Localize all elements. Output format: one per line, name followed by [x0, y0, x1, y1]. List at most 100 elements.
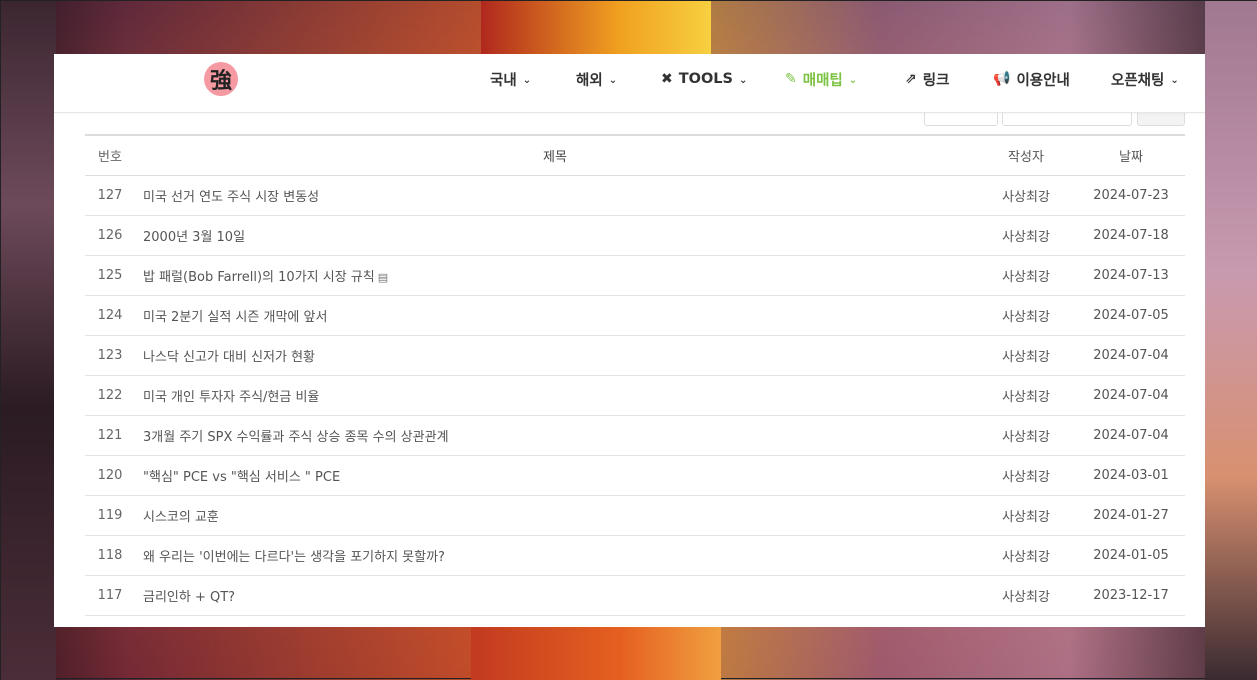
row-author: 사상최강 [975, 215, 1077, 256]
post-title-link[interactable]: 나스닥 신고가 대비 신저가 현황 [135, 335, 975, 376]
row-author: 사상최강 [975, 175, 1077, 216]
row-number-text: 122 [97, 388, 123, 403]
post-title-link[interactable]: 2000년 3월 10일 [135, 215, 975, 256]
row-date: 2023-12-17 [1077, 575, 1185, 616]
row-date: 2024-03-01 [1077, 455, 1185, 496]
row-date: 2024-07-04 [1077, 375, 1185, 416]
row-author-text: 사상최강 [1002, 430, 1050, 445]
table-row: 116버냉키 이후의 세계사상최강2023-12-12 [85, 615, 1185, 627]
row-author: 사상최강 [975, 575, 1077, 616]
row-author-text: 사상최강 [1002, 390, 1050, 405]
post-list-table: 번호 제목 작성자 날짜 127 미국 선거 연도 주식 시장 변동성 사상최강 20… [85, 134, 1185, 627]
table-row: 125 밥 패럴(Bob Farrell)의 10가지 시장 규칙 ▤ 사상최강 202… [85, 255, 1185, 296]
row-number-text: 119 [97, 508, 123, 523]
post-title-link-text: "핵심" PCE vs "핵심 서비스 " PCE [143, 470, 341, 485]
post-title-link[interactable]: 미국 2분기 실적 시즌 개막에 앞서 [135, 295, 975, 336]
row-date: 2024-01-27 [1077, 495, 1185, 536]
background-sign-top [481, 1, 711, 54]
table-row: 124 미국 2분기 실적 시즌 개막에 앞서 사상최강 2024-07-05 [85, 295, 1185, 336]
post-title-link[interactable]: 3개월 주기 SPX 수익률과 주식 상승 종목 수의 상관관계 [135, 415, 975, 456]
table-row: 126 2000년 3월 10일 사상최강 2024-07-18 [85, 215, 1185, 256]
megaphone-icon: 📢 [993, 71, 1011, 87]
row-author-text: 사상최강 [1002, 230, 1050, 245]
nav-item-2[interactable]: ✖ TOOLS ⌄ [661, 54, 747, 104]
edit-icon: ✎ [785, 71, 797, 87]
row-author-text: 사상최강 [1002, 190, 1050, 205]
nav-item-6[interactable]: 오픈채팅 ⌄ [1111, 54, 1179, 104]
post-title-link-text: 시스코의 교훈 [143, 510, 219, 525]
row-date: 2024-07-23 [1077, 175, 1185, 216]
header-title: 제목 [135, 134, 975, 176]
post-title-link[interactable]: 금리인하 + QT? [135, 575, 975, 616]
chevron-down-icon: ⌄ [608, 74, 618, 86]
row-date-text: 2024-07-04 [1093, 388, 1169, 403]
header-author: 작성자 [975, 134, 1077, 176]
post-title-link[interactable]: "핵심" PCE vs "핵심 서비스 " PCE [135, 455, 975, 496]
row-number: 116 [85, 615, 135, 627]
row-date-text: 2024-07-23 [1093, 188, 1169, 203]
main-content-frame: 強 국내 ⌄ 해외 ⌄ ✖ TOOLS ⌄ ✎ 매매팁 ⌄ ⇗ 링크 📢 이용안내 오픈채팅 ⌄ 번호 제목 … [54, 54, 1205, 627]
chevron-down-icon: ⌄ [1170, 74, 1179, 86]
row-date-text: 2024-07-04 [1093, 428, 1169, 443]
table-row: 121 3개월 주기 SPX 수익률과 주식 상승 종목 수의 상관관계 사상최강 2… [85, 415, 1185, 456]
row-author: 사상최강 [975, 455, 1077, 496]
nav-label: TOOLS [678, 71, 733, 87]
row-number: 121 [85, 415, 135, 456]
background-photo-right [1205, 1, 1257, 680]
nav-item-1[interactable]: 해외 ⌄ [576, 54, 617, 104]
row-author: 사상최강 [975, 255, 1077, 296]
nav-item-4[interactable]: ⇗ 링크 [905, 54, 949, 104]
row-number-text: 125 [97, 268, 123, 283]
row-author-text: 사상최강 [1002, 590, 1050, 605]
row-author-text: 사상최강 [1002, 350, 1050, 365]
post-title-link-text: 3개월 주기 SPX 수익률과 주식 상승 종목 수의 상관관계 [143, 430, 449, 445]
nav-item-5[interactable]: 📢 이용안내 [993, 54, 1070, 104]
table-header-row: 번호 제목 작성자 날짜 [85, 134, 1185, 176]
row-number-text: 126 [97, 228, 123, 243]
row-number: 123 [85, 335, 135, 376]
nav-label: 오픈채팅 [1111, 72, 1165, 89]
nav-item-0[interactable]: 국내 ⌄ [490, 54, 531, 104]
post-title-link-text: 미국 개인 투자자 주식/현금 비율 [143, 390, 320, 405]
attachment-icon: ▤ [377, 271, 389, 284]
row-author-text: 사상최강 [1002, 550, 1050, 565]
chevron-down-icon: ⌄ [522, 74, 532, 86]
table-row: 127 미국 선거 연도 주식 시장 변동성 사상최강 2024-07-23 [85, 175, 1185, 216]
table-row: 120 "핵심" PCE vs "핵심 서비스 " PCE 사상최강 2024-03-… [85, 455, 1185, 496]
site-logo[interactable]: 強 [204, 62, 238, 96]
external-link-icon: ⇗ [905, 71, 917, 87]
post-title-link[interactable]: 시스코의 교훈 [135, 495, 975, 536]
row-date-text: 2024-07-05 [1093, 308, 1169, 323]
post-title-link[interactable]: 미국 개인 투자자 주식/현금 비율 [135, 375, 975, 416]
tools-icon: ✖ [661, 71, 673, 87]
row-date: 2024-07-13 [1077, 255, 1185, 296]
chevron-down-icon: ⌄ [738, 74, 748, 86]
row-author: 사상최강 [975, 335, 1077, 376]
post-title-link-text: 금리인하 + QT? [143, 590, 236, 605]
post-title-link[interactable]: 버냉키 이후의 세계 [135, 615, 975, 627]
header-no: 번호 [85, 134, 135, 176]
row-number: 120 [85, 455, 135, 496]
row-number-text: 123 [97, 348, 123, 363]
row-author-text: 사상최강 [1002, 270, 1050, 285]
post-title-link-text: 왜 우리는 '이번에는 다르다'는 생각을 포기하지 못할까? [143, 550, 445, 565]
table-row: 118 왜 우리는 '이번에는 다르다'는 생각을 포기하지 못할까? 사상최강 20… [85, 535, 1185, 576]
row-number-text: 124 [97, 308, 123, 323]
nav-item-3[interactable]: ✎ 매매팁 ⌄ [785, 54, 857, 104]
table-row: 122 미국 개인 투자자 주식/현금 비율 사상최강 2024-07-04 [85, 375, 1185, 416]
post-title-link[interactable]: 미국 선거 연도 주식 시장 변동성 [135, 175, 975, 216]
row-number: 122 [85, 375, 135, 416]
row-date: 2023-12-12 [1077, 615, 1185, 627]
nav-label: 국내 [490, 72, 517, 89]
row-number: 125 [85, 255, 135, 296]
post-title-link[interactable]: 밥 패럴(Bob Farrell)의 10가지 시장 규칙 ▤ [135, 255, 975, 296]
row-date: 2024-01-05 [1077, 535, 1185, 576]
row-date-text: 2024-01-27 [1093, 508, 1169, 523]
chevron-down-icon: ⌄ [848, 74, 858, 86]
row-date-text: 2024-07-18 [1093, 228, 1169, 243]
row-number: 124 [85, 295, 135, 336]
row-date: 2024-07-05 [1077, 295, 1185, 336]
post-title-link[interactable]: 왜 우리는 '이번에는 다르다'는 생각을 포기하지 못할까? [135, 535, 975, 576]
row-author: 사상최강 [975, 615, 1077, 627]
row-date: 2024-07-04 [1077, 415, 1185, 456]
